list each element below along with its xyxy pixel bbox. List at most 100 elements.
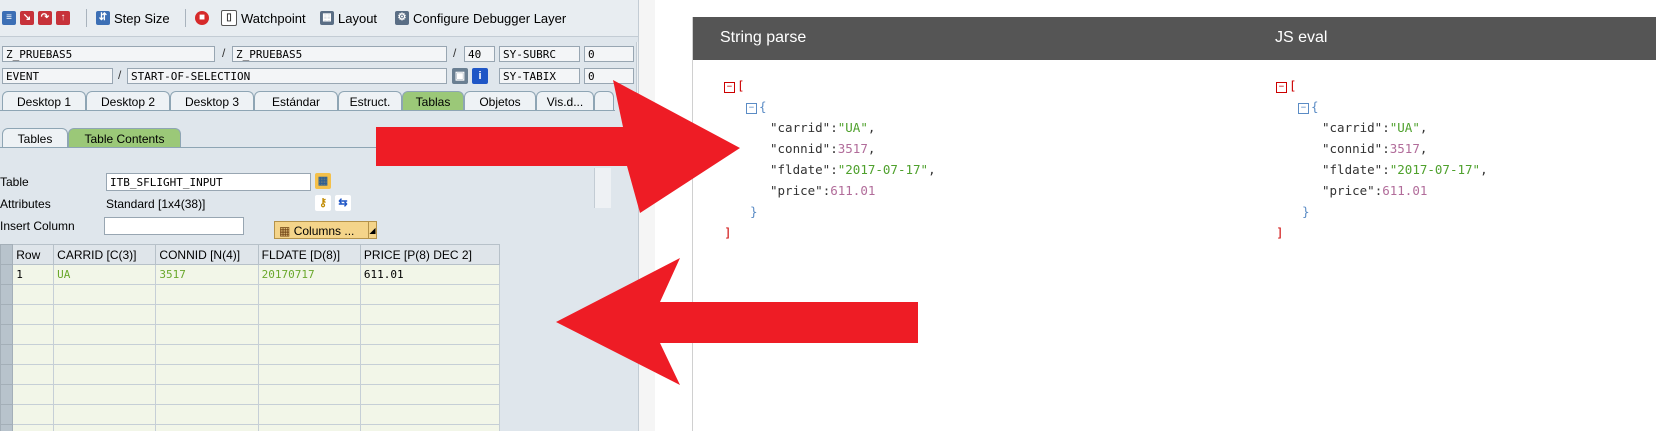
column-header-row[interactable]: Row	[12, 244, 55, 265]
layout-button[interactable]: ▦ Layout	[320, 9, 377, 27]
column-header-carrid[interactable]: CARRID [C(3)]	[53, 244, 157, 265]
empty-cell[interactable]	[12, 364, 55, 385]
empty-cell[interactable]	[257, 384, 361, 405]
empty-cell[interactable]	[53, 324, 157, 345]
empty-cell[interactable]	[257, 284, 361, 305]
empty-cell[interactable]	[359, 404, 501, 425]
column-header-price[interactable]: PRICE [P(8) DEC 2]	[359, 244, 501, 265]
watchpoint-button[interactable]: ▯ Watchpoint	[221, 9, 306, 27]
subtab-table-contents[interactable]: Table Contents	[68, 128, 181, 148]
row-selector[interactable]	[0, 364, 14, 385]
row-selector[interactable]	[0, 384, 14, 405]
empty-cell[interactable]	[257, 324, 361, 345]
empty-cell[interactable]	[53, 304, 157, 325]
cell-price[interactable]: 611.01	[359, 264, 501, 285]
stop-button[interactable]: ■	[195, 9, 209, 27]
empty-cell[interactable]	[12, 404, 55, 425]
table-name-input[interactable]: ITB_SFLIGHT_INPUT	[106, 173, 311, 191]
empty-cell[interactable]	[53, 284, 157, 305]
collapse-toggle-icon[interactable]: −	[1276, 82, 1287, 93]
list-icon[interactable]: ≡	[2, 11, 16, 25]
empty-cell[interactable]	[53, 384, 157, 405]
empty-cell[interactable]	[155, 284, 259, 305]
tab-objetos[interactable]: Objetos	[464, 91, 536, 111]
empty-cell[interactable]	[257, 344, 361, 365]
collapse-toggle-icon[interactable]: −	[1298, 103, 1309, 114]
row-selector[interactable]	[0, 344, 14, 365]
key-icon[interactable]: ⚷	[315, 195, 331, 211]
tab-desktop-1[interactable]: Desktop 1	[2, 91, 86, 111]
cell-fldate[interactable]: 20170717	[257, 264, 361, 285]
empty-cell[interactable]	[12, 344, 55, 365]
row-selector[interactable]	[0, 264, 14, 285]
event-type-field[interactable]: EVENT	[2, 68, 113, 84]
empty-cell[interactable]	[155, 304, 259, 325]
empty-cell[interactable]	[257, 364, 361, 385]
tab-desktop-3[interactable]: Desktop 3	[170, 91, 254, 111]
empty-cell[interactable]	[53, 364, 157, 385]
window-scrollbar[interactable]	[638, 0, 655, 431]
line-field[interactable]: 40	[464, 46, 495, 62]
step-into-icon[interactable]: ↘	[20, 11, 34, 25]
empty-cell[interactable]	[155, 424, 259, 431]
columns-dropdown-icon[interactable]: ◢	[368, 221, 377, 239]
tab-estandar[interactable]: Estándar	[254, 91, 338, 111]
tab-more[interactable]	[594, 91, 614, 111]
row-selector[interactable]	[0, 304, 14, 325]
collapse-toggle-icon[interactable]: −	[724, 82, 735, 93]
empty-cell[interactable]	[12, 324, 55, 345]
row-header-corner[interactable]	[0, 244, 14, 265]
columns-button[interactable]: ▦ Columns ...	[274, 221, 374, 239]
empty-cell[interactable]	[155, 324, 259, 345]
usb-icon[interactable]: ⇆	[335, 195, 351, 211]
row-selector[interactable]	[0, 404, 14, 425]
tab-estruct[interactable]: Estruct.	[338, 91, 402, 111]
tab-vis-d[interactable]: Vis.d...	[536, 91, 594, 111]
tab-desktop-2[interactable]: Desktop 2	[86, 91, 170, 111]
info-icon[interactable]: i	[472, 68, 488, 84]
step-size-button[interactable]: ⇵ Step Size	[96, 9, 170, 27]
cell-row[interactable]: 1	[12, 264, 55, 285]
return-icon[interactable]: ↑	[56, 11, 70, 25]
empty-cell[interactable]	[359, 424, 501, 431]
row-selector[interactable]	[0, 324, 14, 345]
empty-cell[interactable]	[53, 344, 157, 365]
empty-cell[interactable]	[53, 424, 157, 431]
program-field[interactable]: Z_PRUEBAS5	[2, 46, 215, 62]
row-selector[interactable]	[0, 424, 14, 431]
cell-carrid[interactable]: UA	[53, 264, 157, 285]
display-source-icon[interactable]: ▣	[452, 68, 468, 84]
column-header-connid[interactable]: CONNID [N(4)]	[155, 244, 259, 265]
empty-cell[interactable]	[359, 324, 501, 345]
sy-subrc-value[interactable]: 0	[584, 46, 634, 62]
tab-tablas[interactable]: Tablas	[402, 91, 464, 111]
empty-cell[interactable]	[155, 364, 259, 385]
empty-cell[interactable]	[359, 344, 501, 365]
step-over-icon[interactable]: ↷	[38, 11, 52, 25]
empty-cell[interactable]	[155, 384, 259, 405]
empty-cell[interactable]	[257, 404, 361, 425]
empty-cell[interactable]	[359, 364, 501, 385]
insert-column-input[interactable]	[104, 217, 244, 235]
empty-cell[interactable]	[359, 284, 501, 305]
empty-cell[interactable]	[359, 384, 501, 405]
cell-connid[interactable]: 3517	[155, 264, 259, 285]
subtab-tables[interactable]: Tables	[2, 128, 68, 148]
event-name-field[interactable]: START-OF-SELECTION	[127, 68, 447, 84]
empty-cell[interactable]	[53, 404, 157, 425]
table-grid-icon[interactable]: ▦	[315, 173, 331, 189]
form-scrollbar[interactable]	[594, 168, 611, 208]
empty-cell[interactable]	[12, 304, 55, 325]
empty-cell[interactable]	[257, 424, 361, 431]
empty-cell[interactable]	[12, 284, 55, 305]
empty-cell[interactable]	[155, 404, 259, 425]
empty-cell[interactable]	[12, 384, 55, 405]
configure-debugger-layer-button[interactable]: ⚙ Configure Debugger Layer	[395, 9, 566, 27]
empty-cell[interactable]	[155, 344, 259, 365]
include-field[interactable]: Z_PRUEBAS5	[232, 46, 447, 62]
collapse-toggle-icon[interactable]: −	[746, 103, 757, 114]
row-selector[interactable]	[0, 284, 14, 305]
empty-cell[interactable]	[257, 304, 361, 325]
empty-cell[interactable]	[12, 424, 55, 431]
column-header-fldate[interactable]: FLDATE [D(8)]	[257, 244, 361, 265]
